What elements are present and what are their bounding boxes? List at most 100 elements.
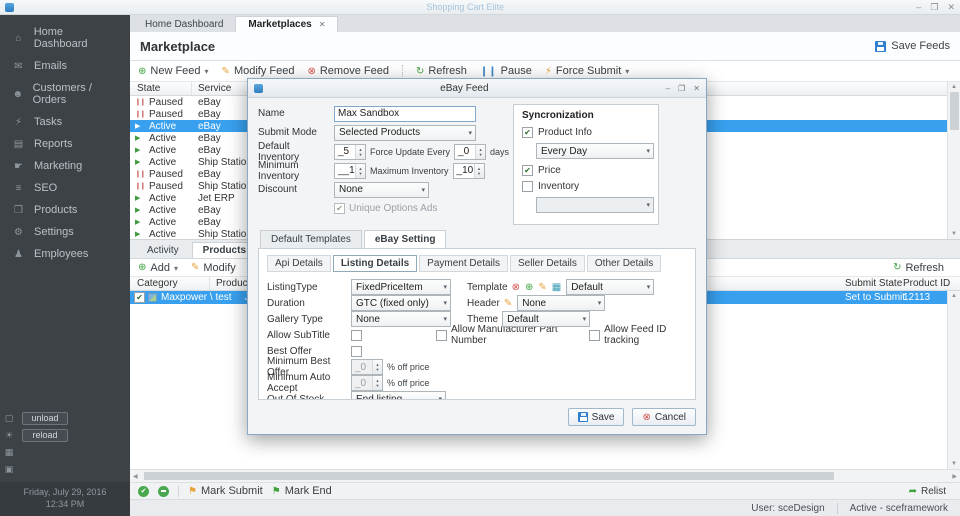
monitor-icon[interactable]: ▢ bbox=[3, 413, 15, 424]
toolbar-button[interactable]: ⚡ Force Submit bbox=[545, 65, 629, 77]
template-select[interactable]: Default bbox=[566, 279, 655, 295]
best-offer-checkbox[interactable] bbox=[351, 345, 362, 357]
template-action-icon[interactable]: ⊕ bbox=[525, 282, 533, 293]
allow-subtitle-checkbox[interactable] bbox=[351, 329, 362, 341]
save-button[interactable]: Save bbox=[567, 408, 625, 426]
row-checkbox[interactable] bbox=[134, 292, 145, 303]
horizontal-scrollbar[interactable]: ◀ ▶ bbox=[130, 469, 960, 482]
max-inventory-stepper[interactable]: _10 bbox=[452, 162, 485, 179]
reload-button[interactable]: reload bbox=[22, 429, 68, 442]
chevron-down-icon[interactable] bbox=[625, 65, 629, 77]
tab-close-icon[interactable]: ✕ bbox=[319, 20, 326, 29]
allow-feed-id-checkbox[interactable] bbox=[589, 329, 601, 341]
scroll-up-icon[interactable]: ▲ bbox=[951, 84, 957, 90]
products-refresh-button[interactable]: ↻ Refresh bbox=[893, 262, 944, 274]
sidebar-item[interactable]: ♟ Employees bbox=[0, 243, 130, 265]
price-checkbox[interactable] bbox=[522, 165, 533, 176]
toolbar-button[interactable]: ⊕ Add bbox=[138, 262, 178, 274]
document-tab[interactable]: Home Dashboard bbox=[133, 17, 235, 32]
name-field[interactable] bbox=[334, 105, 476, 122]
sidebar-item[interactable]: ⌂ Home Dashboard bbox=[0, 21, 130, 55]
relist-button[interactable]: ➦ Relist bbox=[909, 486, 946, 497]
dialog-maximize-icon[interactable]: ❐ bbox=[678, 84, 685, 93]
toolbar-button[interactable]: ✎ Modify Feed bbox=[222, 65, 295, 77]
scroll-up-icon[interactable]: ▲ bbox=[951, 293, 957, 299]
detail-tab[interactable]: Api Details bbox=[267, 255, 331, 272]
detail-tab[interactable]: Other Details bbox=[586, 255, 662, 272]
stepper-arrows-icon[interactable] bbox=[355, 163, 365, 178]
toolbar-button[interactable]: ✎ Modify bbox=[191, 262, 236, 274]
window-close-icon[interactable]: ✕ bbox=[947, 2, 955, 13]
mark-submit-button[interactable]: ⚑ Mark Submit bbox=[188, 485, 263, 497]
dialog-close-icon[interactable]: ✕ bbox=[693, 84, 700, 93]
scrollbar-thumb[interactable] bbox=[949, 92, 959, 130]
document-tab[interactable]: Marketplaces ✕ bbox=[235, 16, 339, 32]
min-inventory-stepper[interactable]: __1 bbox=[334, 162, 366, 179]
force-update-stepper[interactable]: _0 bbox=[454, 143, 487, 160]
gallery-type-select[interactable]: None bbox=[351, 311, 451, 327]
allow-mpn-checkbox[interactable] bbox=[436, 329, 447, 341]
column-header-product[interactable]: Product bbox=[210, 278, 250, 289]
dialog-tab[interactable]: Default Templates bbox=[260, 230, 362, 248]
duration-select[interactable]: GTC (fixed only) bbox=[351, 295, 451, 311]
template-action-icon[interactable]: ▦ bbox=[552, 282, 561, 293]
scrollbar-thumb[interactable] bbox=[144, 472, 834, 480]
inventory-checkbox[interactable] bbox=[522, 181, 533, 192]
dialog-minimize-icon[interactable]: – bbox=[666, 84, 670, 93]
scroll-left-icon[interactable]: ◀ bbox=[133, 473, 138, 480]
lower-tab[interactable]: Activity bbox=[136, 242, 190, 258]
edit-header-icon[interactable]: ✎ bbox=[504, 298, 512, 309]
header-select[interactable]: None bbox=[517, 295, 606, 311]
toolbar-button[interactable]: ⊕ New Feed bbox=[138, 65, 209, 77]
sidebar-item[interactable]: ⚙ Settings bbox=[0, 221, 130, 243]
dialog-titlebar[interactable]: eBay Feed – ❐ ✕ bbox=[248, 79, 706, 98]
stepper-arrows-icon[interactable] bbox=[475, 144, 486, 159]
column-header-product-id[interactable]: Product ID bbox=[903, 278, 950, 289]
template-action-icon[interactable]: ✎ bbox=[538, 282, 546, 293]
sidebar-item[interactable]: ☻ Customers / Orders bbox=[0, 77, 130, 111]
toolbar-button[interactable]: ⊗ Remove Feed bbox=[307, 65, 403, 77]
cancel-button[interactable]: ⊗ Cancel bbox=[632, 408, 696, 426]
sync-frequency-select[interactable]: Every Day bbox=[536, 143, 654, 159]
submit-mode-select[interactable]: Selected Products bbox=[334, 124, 476, 141]
unique-options-checkbox[interactable] bbox=[334, 203, 345, 214]
save-feeds-button[interactable]: Save Feeds bbox=[875, 40, 950, 52]
product-info-checkbox[interactable] bbox=[522, 127, 533, 138]
detail-tab[interactable]: Listing Details bbox=[332, 255, 418, 272]
scroll-right-icon[interactable]: ▶ bbox=[952, 473, 957, 480]
chevron-down-icon[interactable] bbox=[174, 262, 178, 274]
discount-select[interactable]: None bbox=[334, 181, 429, 198]
detail-tab[interactable]: Seller Details bbox=[509, 255, 585, 272]
unload-button[interactable]: unload bbox=[22, 412, 68, 425]
calendar-icon[interactable]: ▣ bbox=[3, 464, 15, 475]
column-header-submit-state[interactable]: Submit State bbox=[845, 278, 902, 289]
status-check-icon[interactable]: ✔ bbox=[138, 485, 149, 497]
stepper-arrows-icon[interactable] bbox=[355, 144, 365, 159]
sidebar-item[interactable]: ✉ Emails bbox=[0, 55, 130, 77]
status-circle-icon[interactable] bbox=[158, 485, 169, 497]
dialog-tab[interactable]: eBay Setting bbox=[363, 230, 447, 248]
toolbar-button[interactable]: ❙❙ Pause bbox=[480, 65, 532, 77]
out-of-stock-select[interactable]: End listing bbox=[351, 391, 446, 399]
sidebar-item[interactable]: ▤ Reports bbox=[0, 133, 130, 155]
window-minimize-icon[interactable]: – bbox=[916, 2, 921, 13]
stepper-arrows-icon[interactable] bbox=[473, 163, 484, 178]
feeds-vertical-scrollbar[interactable]: ▲ ▼ bbox=[947, 82, 960, 239]
grid-icon[interactable]: ▦ bbox=[3, 447, 15, 458]
theme-select[interactable]: Default bbox=[502, 311, 591, 327]
template-action-icon[interactable]: ⊗ bbox=[512, 282, 520, 293]
listing-type-select[interactable]: FixedPriceItem bbox=[351, 279, 451, 295]
sidebar-item[interactable]: ❒ Products bbox=[0, 199, 130, 221]
sidebar-item[interactable]: ≡ SEO bbox=[0, 177, 130, 199]
bulb-icon[interactable]: ☀ bbox=[3, 430, 15, 441]
chevron-down-icon[interactable] bbox=[205, 65, 209, 77]
sidebar-item[interactable]: ⚡ Tasks bbox=[0, 111, 130, 133]
default-inventory-stepper[interactable]: _5 bbox=[334, 143, 366, 160]
toolbar-button[interactable]: ↻ Refresh bbox=[416, 65, 467, 77]
scroll-down-icon[interactable]: ▼ bbox=[951, 231, 957, 237]
mark-end-button[interactable]: ⚑ Mark End bbox=[272, 485, 332, 497]
window-maximize-icon[interactable]: ❐ bbox=[930, 2, 938, 13]
column-header-state[interactable]: State bbox=[130, 82, 192, 95]
sidebar-item[interactable]: ☛ Marketing bbox=[0, 155, 130, 177]
products-vertical-scrollbar[interactable]: ▲ ▼ bbox=[947, 291, 960, 469]
